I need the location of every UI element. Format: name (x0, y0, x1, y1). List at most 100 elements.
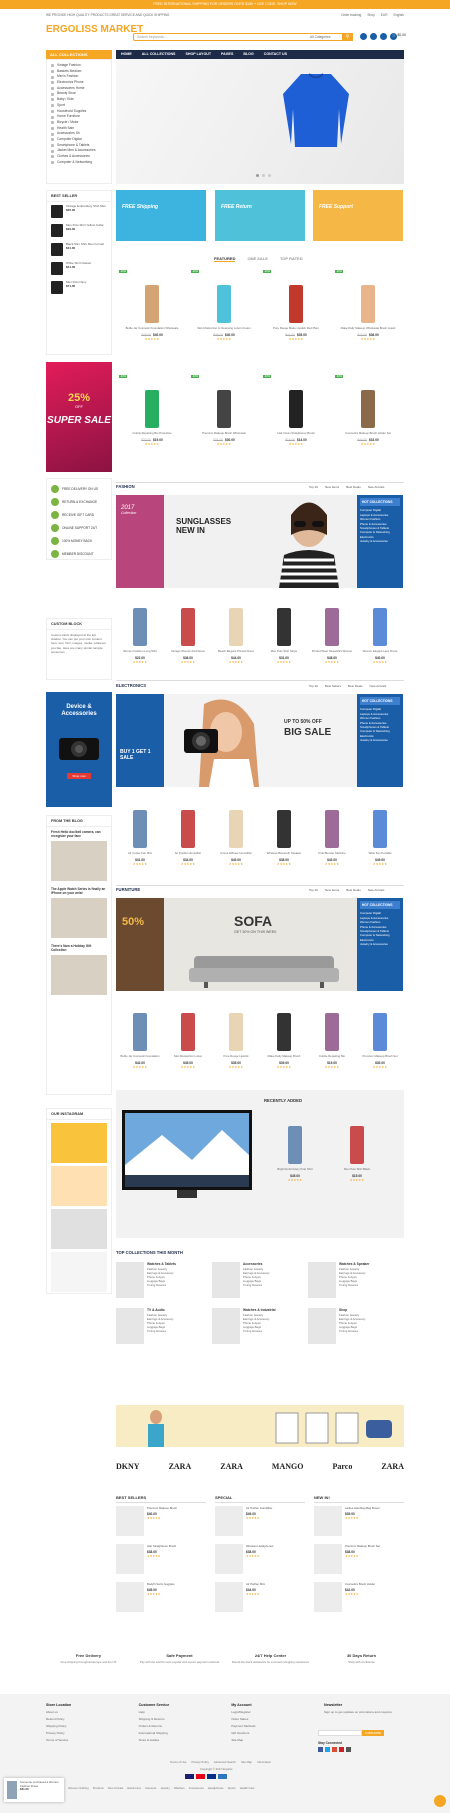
fashion-nav-deals[interactable]: Best Deals (346, 485, 361, 489)
list-item[interactable]: Air Purifier Mini $44.00 ★★★★★ (215, 1582, 305, 1620)
service-item[interactable]: RECEIVE GIFT CARD (47, 508, 111, 521)
product-card[interactable]: Air Cooler Fan Mini $41.00 ★★★★★ (116, 792, 164, 882)
device-accessories-banner[interactable]: Device & Accessories Shop now (46, 692, 112, 807)
cart-button[interactable]: 🛒 $0.00 (392, 33, 406, 37)
super-sale-banner[interactable]: 25% OFF SUPER SALE (46, 362, 112, 472)
elec-nav-best[interactable]: Best Sellers (325, 684, 341, 688)
elec-nav-arrivals[interactable]: New Arrivals (370, 684, 387, 688)
fashion-main-banner[interactable]: SUNGLASSES NEW IN (164, 495, 357, 588)
product-card[interactable]: Vintage Women Red Dress $36.00 ★★★★★ (164, 590, 212, 680)
hot-collection-link[interactable]: Jewelry & Accessories (360, 539, 400, 543)
list-item[interactable]: Bodyfit Swim Goggles $45.00 ★★★★★ (116, 1582, 206, 1620)
furn-nav-new[interactable]: New Items (325, 888, 339, 892)
furn-nav-arrivals[interactable]: New Arrivals (368, 888, 385, 892)
footer-link[interactable]: Login/Register (231, 1709, 311, 1716)
product-card[interactable]: Skin Moisturizer Lotion $45.00 ★★★★★ (164, 995, 212, 1085)
footer-tag[interactable]: Products (93, 1786, 104, 1790)
compare-icon[interactable] (370, 33, 377, 40)
slider-dots[interactable] (256, 174, 271, 177)
elec-nav-top20[interactable]: Top 20 (309, 684, 318, 688)
service-item[interactable]: MEMBER DISCOUNT (47, 547, 111, 560)
brand-logo[interactable]: ZARA (169, 1462, 192, 1471)
footer-link[interactable]: Sizes & Guides (139, 1737, 219, 1744)
footer-tag[interactable]: Watches (174, 1786, 185, 1790)
promo-free-return[interactable]: FREE Return (215, 190, 305, 241)
fashion-side-banner[interactable]: 2017 Collection (116, 495, 164, 588)
nav-contact[interactable]: CONTACT US (259, 50, 292, 59)
footer-link[interactable]: International Shipping (139, 1730, 219, 1737)
promo-free-shipping[interactable]: FREE Shipping (116, 190, 206, 241)
footer-tag[interactable]: Sports (228, 1786, 236, 1790)
promo-free-support[interactable]: FREE Support (313, 190, 403, 241)
nav-collections[interactable]: ALL COLLECTIONS (137, 50, 181, 59)
product-card[interactable]: Bright Embroidery Polo Shirt $45.00 ★★★★★ (264, 1108, 326, 1198)
footer-bottom-link[interactable]: Terms of Use (170, 1760, 186, 1764)
list-item[interactable]: Premium Makeup Brush Set $38.00 ★★★★★ (314, 1544, 404, 1582)
footer-link[interactable]: Orders & Returns (139, 1723, 219, 1730)
footer-tag[interactable]: Cameras (145, 1786, 156, 1790)
language-select[interactable]: English (394, 13, 404, 17)
footer-bottom-link[interactable]: Advanced Search (214, 1760, 236, 1764)
list-item[interactable]: Ladies Handbag Bag Brown $39.00 ★★★★★ (314, 1506, 404, 1544)
list-item[interactable]: Air Purifier Humidifier $49.00 ★★★★★ (215, 1506, 305, 1544)
footer-link[interactable]: Shipping & Returns (139, 1716, 219, 1723)
fashion-nav-arrivals[interactable]: New Arrivals (368, 485, 385, 489)
product-card[interactable]: -10% Pure Rouge Matte Lipstick Red Plain $… (260, 267, 332, 357)
footer-link[interactable]: Sign up to get updates on promotions and… (324, 1709, 404, 1716)
wishlist-icon[interactable] (380, 33, 387, 40)
fashion-nav-new[interactable]: New Items (325, 485, 339, 489)
brand-logo[interactable]: MANGO (272, 1462, 304, 1471)
furn-nav-deals[interactable]: Best Deals (346, 888, 361, 892)
product-card[interactable]: Aroma Diffuser Humidifier $40.00 ★★★★★ (212, 792, 260, 882)
order-tracking-link[interactable]: Order tracking (341, 13, 361, 17)
category-item[interactable]: Computer & Networking (51, 160, 107, 166)
insta-image[interactable] (51, 1123, 107, 1163)
footer-link[interactable]: Site Map (231, 1737, 311, 1744)
footer-tag[interactable]: Electronics (127, 1786, 141, 1790)
nav-home[interactable]: HOME (116, 50, 137, 59)
nav-pages[interactable]: PAGES (216, 50, 238, 59)
instagram-icon[interactable] (346, 1747, 351, 1752)
footer-tag[interactable]: Health Care (240, 1786, 255, 1790)
brand-logo[interactable]: DKNY (116, 1462, 140, 1471)
product-card[interactable]: Table Fan Portable $49.00 ★★★★★ (356, 792, 404, 882)
facebook-icon[interactable] (318, 1747, 323, 1752)
footer-link[interactable]: About us (46, 1709, 126, 1716)
product-card[interactable]: -10% Hair Clean Straightener Brush $16.00 $… (260, 372, 332, 462)
fashion-nav-top20[interactable]: Top 20 (309, 485, 318, 489)
collection-link[interactable]: Timing Devices (147, 1329, 174, 1333)
brand-logo[interactable]: ZARA (381, 1462, 404, 1471)
product-card[interactable]: -10% Skin Moisturizer & Cleansing Lotion … (188, 267, 260, 357)
fashion-strip-banner[interactable] (116, 1405, 404, 1447)
shop-link[interactable]: Shop (367, 13, 374, 17)
footer-tag[interactable]: Accessories (189, 1786, 204, 1790)
collection-link[interactable]: Timing Devices (339, 1329, 366, 1333)
product-card[interactable]: Men Polo Shirt Stripe $31.00 ★★★★★ (260, 590, 308, 680)
footer-tag[interactable]: New Arrivals (108, 1786, 124, 1790)
device-shop-button[interactable]: Shop now (67, 773, 91, 779)
footer-link[interactable]: Payment Methods (231, 1723, 311, 1730)
service-item[interactable]: FREE DELIVERY ON US (47, 482, 111, 495)
pinterest-icon[interactable] (339, 1747, 344, 1752)
product-card[interactable]: Fruit Blender Machine $43.00 ★★★★★ (308, 792, 356, 882)
subscribe-button[interactable]: SUBSCRIBE (362, 1730, 384, 1736)
product-card[interactable]: Bottle Jar Cosmetic Foundation $42.00 ★★★★… (116, 995, 164, 1085)
electronics-side-banner[interactable]: BUY 1 GET 1 SALE (116, 694, 164, 787)
list-item[interactable]: Hair Straightener Brush $38.00 ★★★★★ (116, 1544, 206, 1582)
search-button[interactable]: ⚲ (342, 33, 353, 41)
footer-tag[interactable]: Headphones (208, 1786, 224, 1790)
hot-collection-link[interactable]: Jewelry & Accessories (360, 942, 400, 946)
tab-top-rated[interactable]: TOP RATED (280, 256, 303, 262)
product-card[interactable]: Premium Makeup Brush Set $30.00 ★★★★★ (356, 995, 404, 1085)
scroll-top-button[interactable] (434, 1795, 446, 1807)
insta-image[interactable] (51, 1252, 107, 1292)
blog-post[interactable]: Fresh Hello doc/bell camera, can recogni… (47, 827, 111, 884)
collection-link[interactable]: Timing Devices (147, 1283, 176, 1287)
best-seller-item[interactable]: Vintage Embroidery Shirt Men $35.00 (47, 202, 111, 221)
footer-link[interactable]: Privacy Policy (46, 1730, 126, 1737)
footer-link[interactable]: Help (139, 1709, 219, 1716)
tab-on-sale[interactable]: ONE SALE (247, 256, 267, 262)
collection-name[interactable]: Watches & Industrial (243, 1308, 276, 1312)
list-item[interactable]: Wireless Headphones $38.00 ★★★★★ (215, 1544, 305, 1582)
brand-logo[interactable]: ZARA (220, 1462, 243, 1471)
